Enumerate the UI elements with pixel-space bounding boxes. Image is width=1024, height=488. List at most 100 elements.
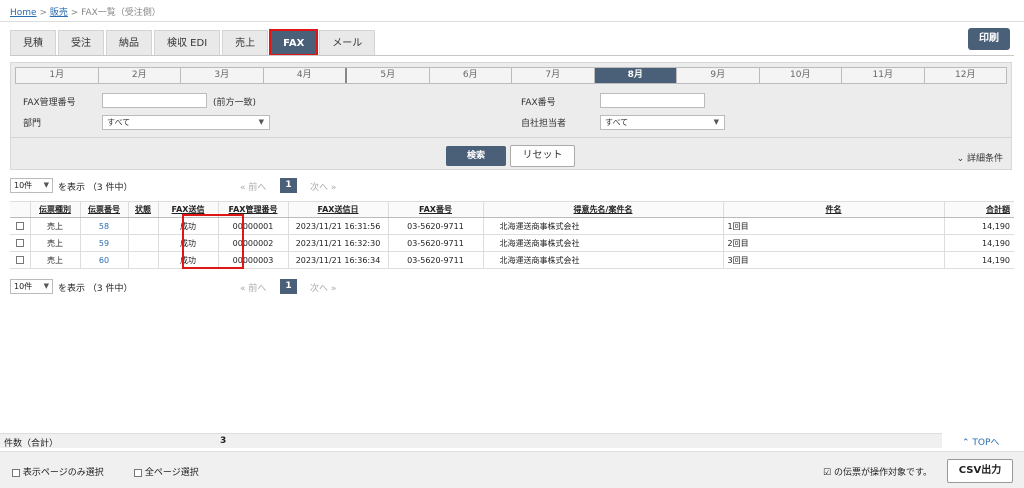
fax-no-input[interactable] — [600, 93, 705, 108]
result-summary: を表示 （3 件中） — [58, 183, 133, 193]
tab-estimate[interactable]: 見積 — [10, 30, 56, 55]
row-checkbox[interactable] — [15, 222, 24, 230]
header-doc-type[interactable]: 伝票種別 — [29, 201, 80, 218]
tab-delivery[interactable]: 納品 — [106, 30, 152, 55]
breadcrumb-current: FAX一覧（受注側） — [81, 8, 161, 18]
cell-fax-send: 成功 — [157, 234, 218, 252]
cell-fax-no: 03-5620-9711 — [387, 217, 483, 235]
fax-table: 伝票種別 伝票番号 状態 FAX送信 FAX管理番号 FAX送信日 FAX番号 … — [10, 201, 1014, 269]
row-checkbox-cell — [10, 217, 30, 235]
month-10[interactable]: 10月 — [759, 68, 842, 83]
tab-divider — [10, 55, 1014, 56]
cell-status — [127, 251, 158, 269]
detail-conditions-toggle[interactable]: ⌄ 詳細条件 — [957, 151, 1003, 164]
prefix-match-note: (前方一致) — [213, 98, 257, 108]
tab-order[interactable]: 受注 — [58, 30, 104, 55]
chevron-down-icon: ▼ — [43, 181, 49, 189]
header-fax-date[interactable]: FAX送信日 — [287, 201, 388, 218]
month-7[interactable]: 7月 — [512, 68, 595, 83]
month-5[interactable]: 5月 — [347, 68, 430, 83]
cell-total: 14,190 — [943, 251, 1014, 269]
dept-label: 部門 — [23, 119, 42, 129]
result-summary: を表示 （3 件中） — [58, 284, 133, 294]
table-row: 売上 58 成功 00000001 2023/11/21 16:31:56 03… — [10, 217, 1014, 235]
detail-conditions-label: 詳細条件 — [966, 154, 1003, 164]
month-6[interactable]: 6月 — [429, 68, 512, 83]
tab-mail[interactable]: メール — [319, 30, 376, 55]
cell-doc-no-link[interactable]: 58 — [79, 217, 128, 235]
fax-mgmt-label: FAX管理番号 — [23, 98, 76, 108]
fax-no-label: FAX番号 — [521, 98, 556, 108]
month-11[interactable]: 11月 — [842, 68, 925, 83]
per-page-select[interactable]: 10件 ▼ — [10, 279, 53, 294]
cell-total: 14,190 — [943, 217, 1014, 235]
csv-export-button[interactable]: CSV出力 — [947, 459, 1013, 483]
cell-fax-date: 2023/11/21 16:36:34 — [287, 251, 388, 269]
next-page-link[interactable]: 次へ » — [310, 180, 336, 193]
cell-doc-type: 売上 — [29, 234, 80, 252]
cell-fax-date: 2023/11/21 16:32:30 — [287, 234, 388, 252]
cell-customer: 北海運送商事株式会社 — [482, 234, 723, 252]
breadcrumb: Home > 販売 > FAX一覧（受注側） — [10, 5, 161, 18]
back-to-top-link[interactable]: ⌃ TOPへ — [962, 435, 999, 448]
cell-fax-send: 成功 — [157, 217, 218, 235]
document-tabs: 見積 受注 納品 検収 EDI 売上 FAX メール — [10, 29, 377, 56]
table-header-row: 伝票種別 伝票番号 状態 FAX送信 FAX管理番号 FAX送信日 FAX番号 … — [10, 201, 1014, 218]
tab-fax[interactable]: FAX — [269, 29, 319, 56]
cell-doc-no-link[interactable]: 59 — [79, 234, 128, 252]
page-number[interactable]: 1 — [280, 279, 297, 294]
cell-doc-no-link[interactable]: 60 — [79, 251, 128, 269]
header-fax-mgmt[interactable]: FAX管理番号 — [217, 201, 288, 218]
cell-subject: 3回目 — [722, 251, 944, 269]
header-fax-no[interactable]: FAX番号 — [387, 201, 483, 218]
header-customer[interactable]: 得意先名/案件名 — [482, 201, 723, 218]
checkbox[interactable] — [12, 468, 20, 477]
breadcrumb-home-link[interactable]: Home — [10, 8, 37, 18]
staff-label: 自社担当者 — [521, 119, 567, 129]
next-page-link[interactable]: 次へ » — [310, 281, 336, 294]
header-status[interactable]: 状態 — [127, 201, 158, 218]
month-8[interactable]: 8月 — [594, 68, 677, 83]
per-page-value: 10件 — [14, 181, 33, 190]
row-checkbox[interactable] — [15, 239, 24, 247]
page-number[interactable]: 1 — [280, 178, 297, 193]
staff-select-value: すべて — [605, 118, 629, 127]
select-all-pages-label: 全ページ選択 — [144, 468, 199, 478]
cell-status — [127, 234, 158, 252]
prev-page-link[interactable]: « 前へ — [240, 281, 266, 294]
cell-subject: 2回目 — [722, 234, 944, 252]
pager-bottom: 10件 ▼ を表示 （3 件中） « 前へ 1 次へ » — [10, 279, 1014, 295]
row-checkbox[interactable] — [15, 256, 24, 264]
table-row: 売上 59 成功 00000002 2023/11/21 16:32:30 03… — [10, 234, 1014, 252]
header-total[interactable]: 合計額 — [943, 201, 1014, 218]
tab-sales[interactable]: 売上 — [222, 30, 269, 55]
checkbox[interactable] — [134, 468, 142, 477]
month-2[interactable]: 2月 — [98, 68, 181, 83]
search-button[interactable]: 検索 — [446, 146, 506, 166]
cell-doc-type: 売上 — [29, 217, 80, 235]
panel-divider — [11, 137, 1011, 138]
prev-page-link[interactable]: « 前へ — [240, 180, 266, 193]
select-all-pages[interactable]: 全ページ選択 — [134, 465, 199, 478]
cell-fax-mgmt: 00000001 — [217, 217, 288, 235]
dept-select[interactable]: すべて ▼ — [102, 115, 270, 130]
header-doc-no[interactable]: 伝票番号 — [79, 201, 128, 218]
month-9[interactable]: 9月 — [677, 68, 760, 83]
cell-fax-no: 03-5620-9711 — [387, 234, 483, 252]
month-1[interactable]: 1月 — [16, 68, 99, 83]
month-4[interactable]: 4月 — [263, 68, 347, 83]
cell-fax-mgmt: 00000002 — [217, 234, 288, 252]
tab-inspection-edi[interactable]: 検収 EDI — [154, 30, 221, 55]
staff-select[interactable]: すべて ▼ — [600, 115, 725, 130]
print-button[interactable]: 印刷 — [968, 28, 1010, 50]
month-12[interactable]: 12月 — [924, 68, 1006, 83]
per-page-value: 10件 — [14, 282, 33, 291]
select-page-only[interactable]: 表示ページのみ選択 — [12, 465, 104, 478]
fax-mgmt-input[interactable] — [102, 93, 207, 108]
breadcrumb-sales-link[interactable]: 販売 — [50, 8, 68, 18]
month-3[interactable]: 3月 — [181, 68, 264, 83]
reset-button[interactable]: リセット — [510, 145, 575, 167]
per-page-select[interactable]: 10件 ▼ — [10, 178, 53, 193]
header-subject[interactable]: 件名 — [722, 201, 944, 218]
header-fax-send[interactable]: FAX送信 — [157, 201, 218, 218]
